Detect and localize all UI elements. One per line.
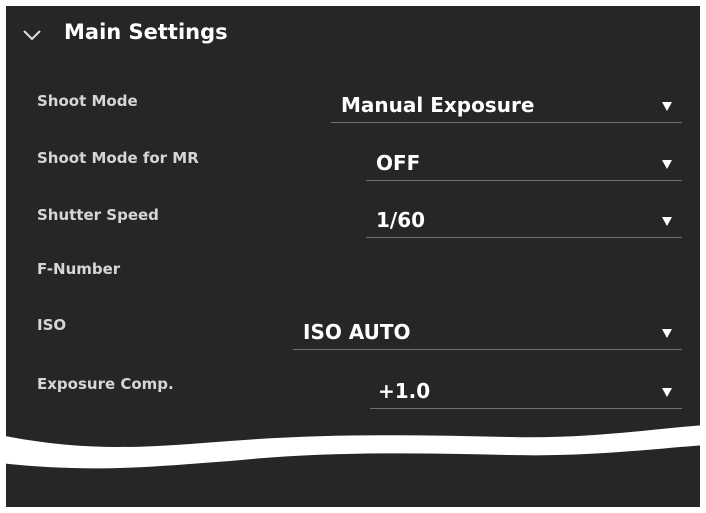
shutter-speed-label: Shutter Speed: [37, 206, 159, 224]
f-number-label: F-Number: [37, 260, 121, 278]
shutter-speed-select[interactable]: 1/60: [366, 203, 682, 238]
exposure-comp-value: +1.0: [378, 379, 431, 403]
shoot-mode-mr-select[interactable]: OFF: [366, 146, 682, 181]
main-settings-header[interactable]: Main Settings: [6, 6, 700, 68]
section-title: Main Settings: [64, 20, 228, 44]
iso-select[interactable]: ISO AUTO: [293, 315, 682, 350]
chevron-down-icon: [23, 30, 41, 41]
shoot-mode-select[interactable]: Manual Exposure: [331, 88, 682, 123]
iso-label: ISO: [37, 316, 67, 334]
dropdown-arrow-icon: [662, 160, 672, 169]
shoot-mode-value: Manual Exposure: [341, 93, 535, 117]
shoot-mode-label: Shoot Mode: [37, 92, 138, 110]
dropdown-arrow-icon: [662, 217, 672, 226]
shoot-mode-mr-label: Shoot Mode for MR: [37, 149, 199, 167]
iso-value: ISO AUTO: [303, 320, 411, 344]
dropdown-arrow-icon: [662, 388, 672, 397]
exposure-comp-select[interactable]: +1.0: [370, 374, 682, 409]
dropdown-arrow-icon: [662, 102, 672, 111]
dropdown-arrow-icon: [662, 329, 672, 338]
shutter-speed-value: 1/60: [376, 208, 426, 232]
exposure-comp-label: Exposure Comp.: [37, 375, 174, 393]
shoot-mode-mr-value: OFF: [376, 151, 421, 175]
torn-edge-separator: [0, 425, 706, 469]
